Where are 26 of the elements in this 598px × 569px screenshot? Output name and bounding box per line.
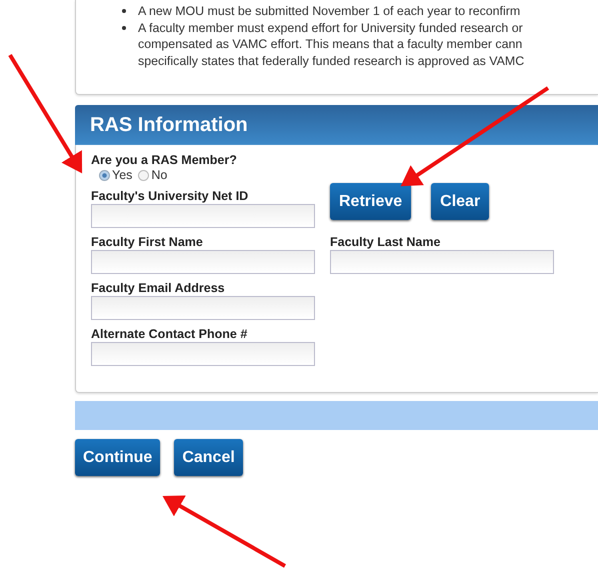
field-label: Faculty Email Address	[91, 281, 226, 295]
question-label: Are you a RAS Member?	[91, 153, 238, 167]
field-label: Faculty First Name	[91, 235, 204, 249]
field-label: Faculty's University Net ID	[91, 189, 250, 203]
field-label: Faculty Last Name	[330, 235, 442, 249]
bullet-icon	[122, 9, 126, 13]
radio-option[interactable]: No	[138, 168, 168, 182]
form-button[interactable]: Continue	[75, 439, 160, 476]
section-title: RAS Information	[90, 114, 248, 136]
note-text: specifically states that federally funded research is approved as VAMC	[138, 52, 524, 69]
input-field[interactable]	[330, 250, 554, 274]
input-field[interactable]	[91, 204, 315, 228]
action-button[interactable]: Retrieve	[330, 183, 412, 220]
note-text: A faculty member must expend effort for University funded research or	[138, 20, 524, 36]
radio-icon[interactable]	[138, 170, 150, 180]
input-field[interactable]	[91, 342, 315, 366]
input-field[interactable]	[91, 296, 315, 320]
input-field[interactable]	[91, 250, 315, 274]
form-button[interactable]: Cancel	[174, 439, 243, 476]
bullet-icon	[122, 26, 126, 30]
note-text: compensated as VAMC effort. This means that a faculty member cann	[138, 36, 524, 52]
field-label: Alternate Contact Phone #	[91, 327, 248, 341]
action-button[interactable]: Clear	[431, 183, 490, 220]
radio-icon[interactable]	[99, 170, 110, 180]
radio-option[interactable]: Yes	[99, 168, 132, 182]
note-text: A new MOU must be submitted November 1 of each year to reconfirm	[138, 3, 520, 20]
